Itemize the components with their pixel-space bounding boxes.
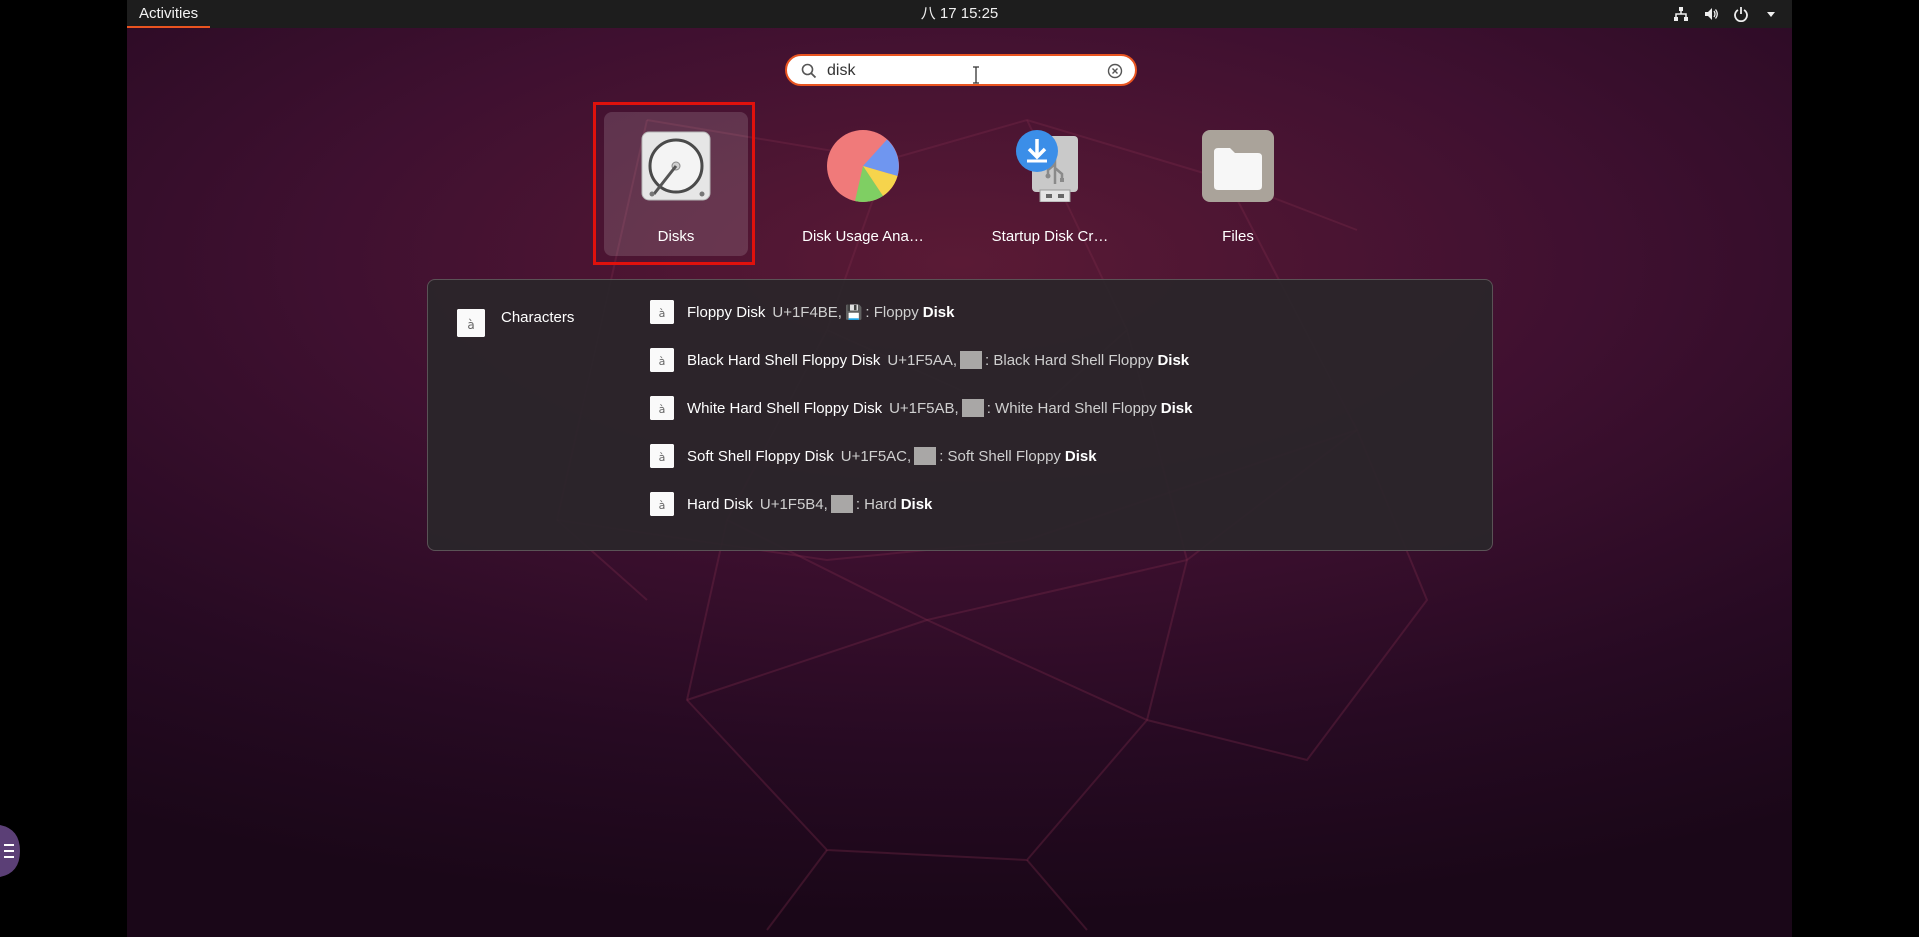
character-icon: à: [650, 492, 674, 516]
result-match-highlight: Disk: [1064, 447, 1097, 465]
side-dock-handle-icon[interactable]: [0, 825, 20, 877]
missing-glyph-box: [961, 399, 984, 417]
result-name: Soft Shell Floppy Disk: [687, 447, 834, 465]
app-files[interactable]: Files: [1166, 112, 1310, 256]
character-result-row[interactable]: à Soft Shell Floppy Disk U+1F5AC, : Soft Sh…: [650, 442, 1097, 470]
app-label: Disks: [657, 228, 695, 245]
character-icon: à: [650, 300, 674, 324]
result-codepoint: U+1F5AA,: [887, 351, 958, 369]
app-disk-usage-analyzer[interactable]: Disk Usage Ana…: [791, 112, 935, 256]
top-bar: Activities 八 17 15:25: [127, 0, 1792, 28]
search-results-panel: à Characters à Floppy Disk U+1F4BE, 💾: Flop…: [427, 279, 1493, 551]
system-tray[interactable]: [1672, 0, 1780, 28]
result-match-highlight: Disk: [900, 495, 933, 513]
network-icon[interactable]: [1672, 5, 1690, 23]
svg-text:à: à: [659, 307, 666, 320]
app-label: Startup Disk Cr…: [991, 228, 1109, 245]
svg-text:à: à: [659, 355, 666, 368]
search-icon: [801, 63, 817, 84]
svg-text:à: à: [659, 499, 666, 512]
result-glyph: 💾: [844, 303, 863, 320]
missing-glyph-box: [960, 351, 983, 369]
desktop: Activities 八 17 15:25 disk Disks Disk Us…: [127, 0, 1792, 937]
character-icon: à: [650, 396, 674, 420]
result-description: : Floppy: [865, 303, 919, 321]
characters-app-icon[interactable]: à: [457, 309, 485, 337]
clock-label[interactable]: 八 17 15:25: [921, 5, 999, 22]
result-codepoint: U+1F5AB,: [889, 399, 959, 417]
result-description: : Soft Shell Floppy: [939, 447, 1061, 465]
result-name: Hard Disk: [687, 495, 753, 513]
startup-disk-creator-icon: [1014, 130, 1086, 203]
result-codepoint: U+1F5AC,: [840, 447, 912, 465]
result-description: : Black Hard Shell Floppy: [985, 351, 1154, 369]
clock: 八 17 15:25: [127, 0, 1792, 28]
result-codepoint: U+1F5B4,: [759, 495, 828, 513]
result-match-highlight: Disk: [922, 303, 955, 321]
app-startup-disk-creator[interactable]: Startup Disk Cr…: [978, 112, 1122, 256]
disk-usage-analyzer-icon: [827, 130, 899, 202]
character-result-row[interactable]: à Black Hard Shell Floppy Disk U+1F5AA, : B…: [650, 346, 1189, 374]
character-result-row[interactable]: à Hard Disk U+1F5B4, : Hard Disk: [650, 490, 932, 518]
missing-glyph-box: [830, 495, 853, 513]
result-match-highlight: Disk: [1160, 399, 1193, 417]
result-name: Black Hard Shell Floppy Disk: [687, 351, 881, 369]
character-icon: à: [650, 348, 674, 372]
character-result-row[interactable]: à Floppy Disk U+1F4BE, 💾: Floppy Disk: [650, 298, 954, 326]
search-box[interactable]: [785, 54, 1137, 86]
app-label: Disk Usage Ana…: [802, 228, 924, 245]
volume-icon[interactable]: [1702, 5, 1720, 23]
clear-search-icon[interactable]: [1107, 63, 1123, 84]
text-cursor-icon: [973, 66, 979, 84]
files-icon: [1202, 130, 1274, 202]
svg-text:à: à: [659, 451, 666, 464]
svg-text:à: à: [467, 318, 474, 332]
result-match-highlight: Disk: [1157, 351, 1190, 369]
missing-glyph-box: [914, 447, 937, 465]
result-name: Floppy Disk: [687, 303, 766, 321]
svg-text:à: à: [659, 403, 666, 416]
system-menu-arrow-icon[interactable]: [1762, 5, 1780, 23]
search-input[interactable]: [827, 61, 1087, 81]
app-label: Files: [1222, 228, 1254, 245]
character-result-row[interactable]: à White Hard Shell Floppy Disk U+1F5AB, : W…: [650, 394, 1192, 422]
result-description: : Hard: [855, 495, 897, 513]
provider-label: Characters: [501, 309, 575, 326]
disks-icon: [640, 130, 712, 202]
result-codepoint: U+1F4BE,: [772, 303, 842, 321]
result-name: White Hard Shell Floppy Disk: [687, 399, 883, 417]
power-icon[interactable]: [1732, 5, 1750, 23]
app-disks[interactable]: Disks: [604, 112, 748, 256]
result-description: : White Hard Shell Floppy: [986, 399, 1157, 417]
activities-button[interactable]: Activities: [127, 0, 211, 28]
character-icon: à: [650, 444, 674, 468]
